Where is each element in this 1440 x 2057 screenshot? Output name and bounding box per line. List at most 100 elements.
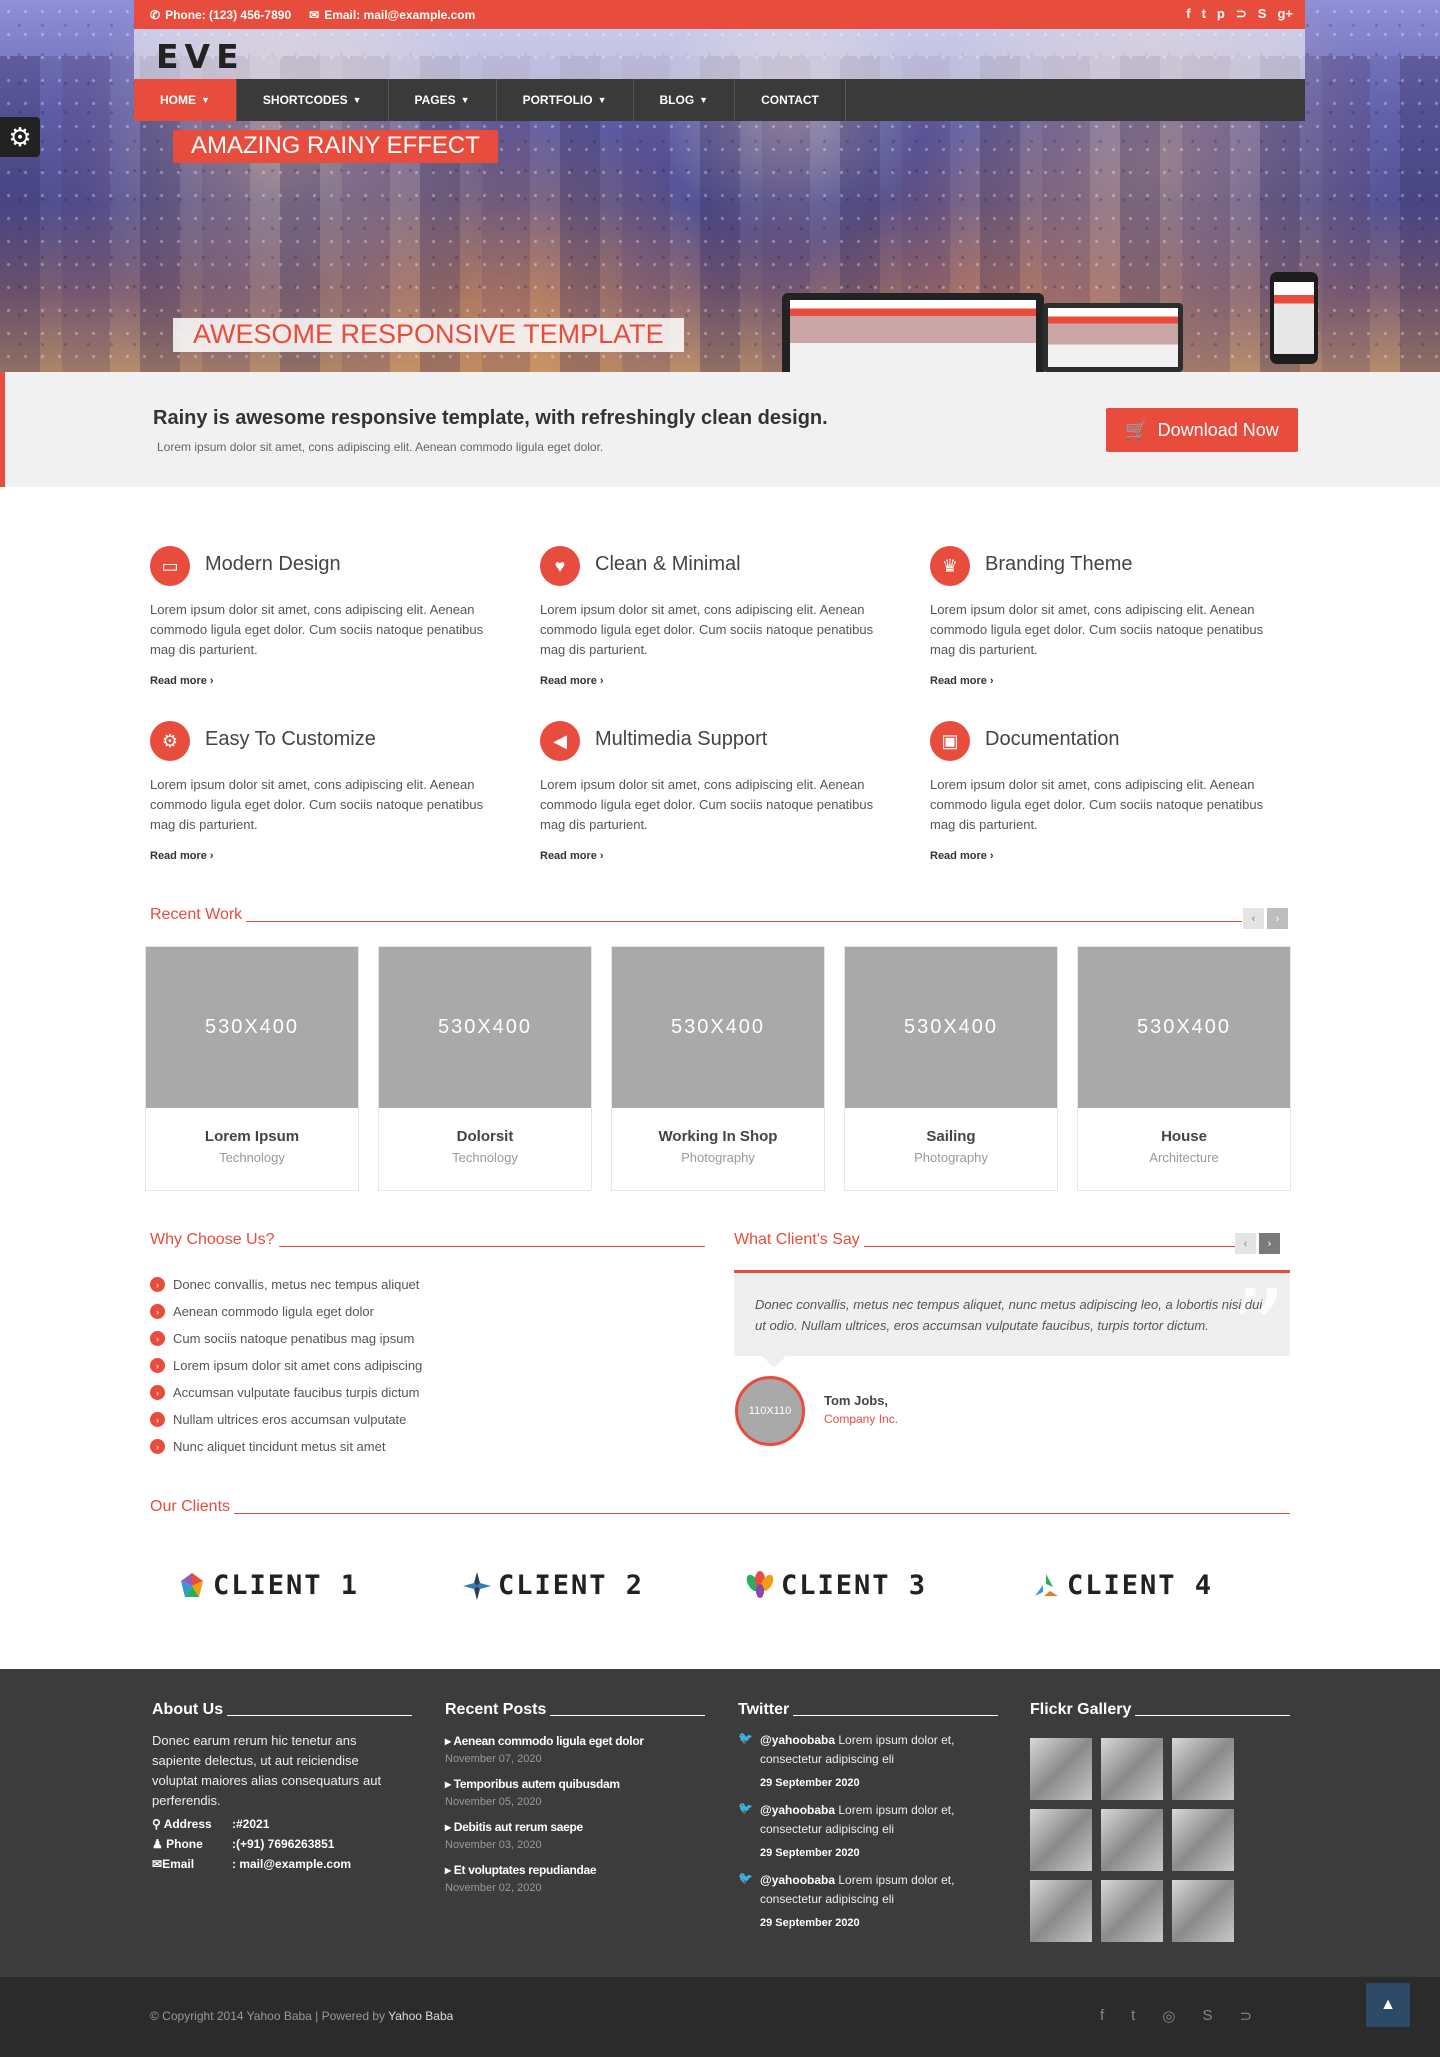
chevron-up-icon: ▲ bbox=[1380, 1996, 1396, 2013]
client-logo[interactable]: CLIENT 2 bbox=[462, 1570, 644, 1601]
flickr-photo[interactable] bbox=[1030, 1809, 1092, 1871]
work-title[interactable]: Working In Shop bbox=[612, 1128, 824, 1145]
nav-item-blog[interactable]: BLOG ▼ bbox=[634, 79, 736, 121]
twitter-icon: 🐦 bbox=[738, 1731, 753, 1745]
recent-work-heading: Recent Work bbox=[150, 902, 1242, 924]
site-logo[interactable]: EVE bbox=[156, 37, 245, 76]
read-more-link[interactable]: Read more › bbox=[540, 850, 604, 862]
work-category: Photography bbox=[914, 1150, 988, 1165]
client-3-logo-icon bbox=[746, 1570, 774, 1598]
tweet-date: 29 September 2020 bbox=[760, 1777, 860, 1789]
post-item[interactable]: ▸ Aenean commodo ligula eget dolor Novemb… bbox=[445, 1734, 705, 1765]
flickr-photo[interactable] bbox=[1101, 1809, 1163, 1871]
read-more-link[interactable]: Read more › bbox=[150, 850, 214, 862]
work-category: Technology bbox=[452, 1150, 518, 1165]
flickr-photo[interactable] bbox=[1101, 1738, 1163, 1800]
twitter-icon[interactable]: t bbox=[1131, 2007, 1135, 2025]
flickr-photo[interactable] bbox=[1172, 1880, 1234, 1942]
read-more-link[interactable]: Read more › bbox=[540, 675, 604, 687]
next-arrow-icon[interactable]: › bbox=[1259, 1233, 1280, 1254]
work-thumbnail[interactable]: 530X400 bbox=[1078, 947, 1290, 1108]
download-button[interactable]: 🛒 Download Now bbox=[1106, 408, 1298, 452]
flickr-photo[interactable] bbox=[1101, 1880, 1163, 1942]
work-item[interactable]: 530X400 House Architecture bbox=[1077, 946, 1291, 1191]
work-category: Technology bbox=[219, 1150, 285, 1165]
nav-item-home[interactable]: HOME ▼ bbox=[134, 79, 237, 121]
skype-icon[interactable]: S bbox=[1258, 6, 1267, 22]
work-thumbnail[interactable]: 530X400 bbox=[146, 947, 358, 1108]
tweet-handle[interactable]: @yahoobaba bbox=[760, 1803, 835, 1817]
nav-item-shortcodes[interactable]: SHORTCODES ▼ bbox=[237, 79, 389, 121]
twitter-icon: 🐦 bbox=[738, 1801, 753, 1815]
prev-arrow-icon[interactable]: ‹ bbox=[1235, 1233, 1256, 1254]
post-item[interactable]: ▸ Temporibus autem quibusdam November 05,… bbox=[445, 1777, 705, 1808]
chevron-down-icon: ▼ bbox=[352, 95, 362, 105]
read-more-link[interactable]: Read more › bbox=[930, 675, 994, 687]
footer-heading: Flickr Gallery bbox=[1030, 1701, 1132, 1718]
client-logo[interactable]: CLIENT 3 bbox=[745, 1570, 927, 1601]
feature-text: Lorem ipsum dolor sit amet, cons adipisc… bbox=[930, 777, 1264, 832]
tweet-handle[interactable]: @yahoobaba bbox=[760, 1873, 835, 1887]
pinterest-icon[interactable]: p bbox=[1217, 6, 1225, 22]
dribbble-icon[interactable]: ◎ bbox=[1162, 2007, 1175, 2025]
feature-text: Lorem ipsum dolor sit amet, cons adipisc… bbox=[540, 602, 874, 657]
work-thumbnail[interactable]: 530X400 bbox=[612, 947, 824, 1108]
client-logo[interactable]: CLIENT 4 bbox=[1031, 1570, 1213, 1601]
skype-icon[interactable]: S bbox=[1202, 2007, 1212, 2025]
flickr-photo[interactable] bbox=[1030, 1880, 1092, 1942]
work-item[interactable]: 530X400 Lorem Ipsum Technology bbox=[145, 946, 359, 1191]
work-title[interactable]: House bbox=[1078, 1128, 1290, 1145]
copyright: © Copyright 2014 Yahoo Baba | Powered by… bbox=[150, 2009, 454, 2023]
flickr-photo[interactable] bbox=[1030, 1738, 1092, 1800]
work-category: Architecture bbox=[1149, 1150, 1219, 1165]
nav-item-pages[interactable]: PAGES ▼ bbox=[389, 79, 497, 121]
flickr-photo[interactable] bbox=[1172, 1738, 1234, 1800]
heart-icon: ♥ bbox=[540, 546, 580, 586]
chevron-right-icon: › bbox=[150, 1385, 165, 1400]
work-thumbnail[interactable]: 530X400 bbox=[845, 947, 1057, 1108]
client-logo[interactable]: CLIENT 1 bbox=[177, 1570, 359, 1601]
email-info[interactable]: ✉ Email: mail@example.com bbox=[309, 8, 475, 22]
style-switcher-gear-icon[interactable]: ⚙ bbox=[0, 117, 40, 157]
work-thumbnail[interactable]: 530X400 bbox=[379, 947, 591, 1108]
flickr-photo[interactable] bbox=[1172, 1809, 1234, 1871]
testimonial-author: Tom Jobs, bbox=[824, 1393, 889, 1408]
read-more-link[interactable]: Read more › bbox=[150, 675, 214, 687]
recent-work-arrows: ‹ › bbox=[1243, 908, 1288, 929]
read-more-link[interactable]: Read more › bbox=[930, 850, 994, 862]
facebook-icon[interactable]: f bbox=[1186, 6, 1190, 22]
scroll-to-top-button[interactable]: ▲ bbox=[1366, 1983, 1410, 2027]
user-icon: ♟ bbox=[152, 1837, 163, 1851]
main-nav: HOME ▼ SHORTCODES ▼ PAGES ▼ PORTFOLIO ▼ BLOG… bbox=[134, 79, 1305, 121]
powered-by-link[interactable]: Yahoo Baba bbox=[388, 2009, 453, 2023]
post-item[interactable]: ▸ Et voluptates repudiandae November 02, … bbox=[445, 1863, 705, 1894]
flickr-grid bbox=[1030, 1738, 1290, 1942]
rss-icon[interactable]: ⊃ bbox=[1236, 6, 1247, 22]
twitter-icon[interactable]: t bbox=[1202, 6, 1206, 22]
facebook-icon[interactable]: f bbox=[1100, 2007, 1104, 2025]
prev-arrow-icon[interactable]: ‹ bbox=[1243, 908, 1264, 929]
briefcase-icon: ▣ bbox=[930, 721, 970, 761]
monitor-mockup bbox=[1043, 303, 1183, 372]
callout-banner: Rainy is awesome responsive template, wi… bbox=[0, 372, 1440, 487]
work-title[interactable]: Lorem Ipsum bbox=[146, 1128, 358, 1145]
post-item[interactable]: ▸ Debitis aut rerum saepe November 03, 20… bbox=[445, 1820, 705, 1851]
feature-title: Documentation bbox=[985, 728, 1120, 750]
rss-icon[interactable]: ⊃ bbox=[1239, 2007, 1252, 2025]
work-title[interactable]: Dolorsit bbox=[379, 1128, 591, 1145]
next-arrow-icon[interactable]: › bbox=[1267, 908, 1288, 929]
google-plus-icon[interactable]: g+ bbox=[1277, 6, 1293, 22]
callout-text: Lorem ipsum dolor sit amet, cons adipisc… bbox=[157, 440, 604, 454]
work-item[interactable]: 530X400 Sailing Photography bbox=[844, 946, 1058, 1191]
tweet-handle[interactable]: @yahoobaba bbox=[760, 1733, 835, 1747]
nav-item-portfolio[interactable]: PORTFOLIO ▼ bbox=[497, 79, 634, 121]
work-item[interactable]: 530X400 Dolorsit Technology bbox=[378, 946, 592, 1191]
work-title[interactable]: Sailing bbox=[845, 1128, 1057, 1145]
nav-item-contact[interactable]: CONTACT bbox=[735, 79, 846, 121]
logo-bar: EVE bbox=[134, 29, 1305, 79]
gear-icon: ⚙ bbox=[150, 721, 190, 761]
email-row: ✉Email: mail@example.com bbox=[152, 1857, 352, 1871]
top-bar: ✆ Phone: (123) 456-7890 ✉ Email: mail@exam… bbox=[134, 0, 1305, 29]
list-item: › Accumsan vulputate faucibus turpis dict… bbox=[150, 1379, 422, 1406]
work-item[interactable]: 530X400 Working In Shop Photography bbox=[611, 946, 825, 1191]
